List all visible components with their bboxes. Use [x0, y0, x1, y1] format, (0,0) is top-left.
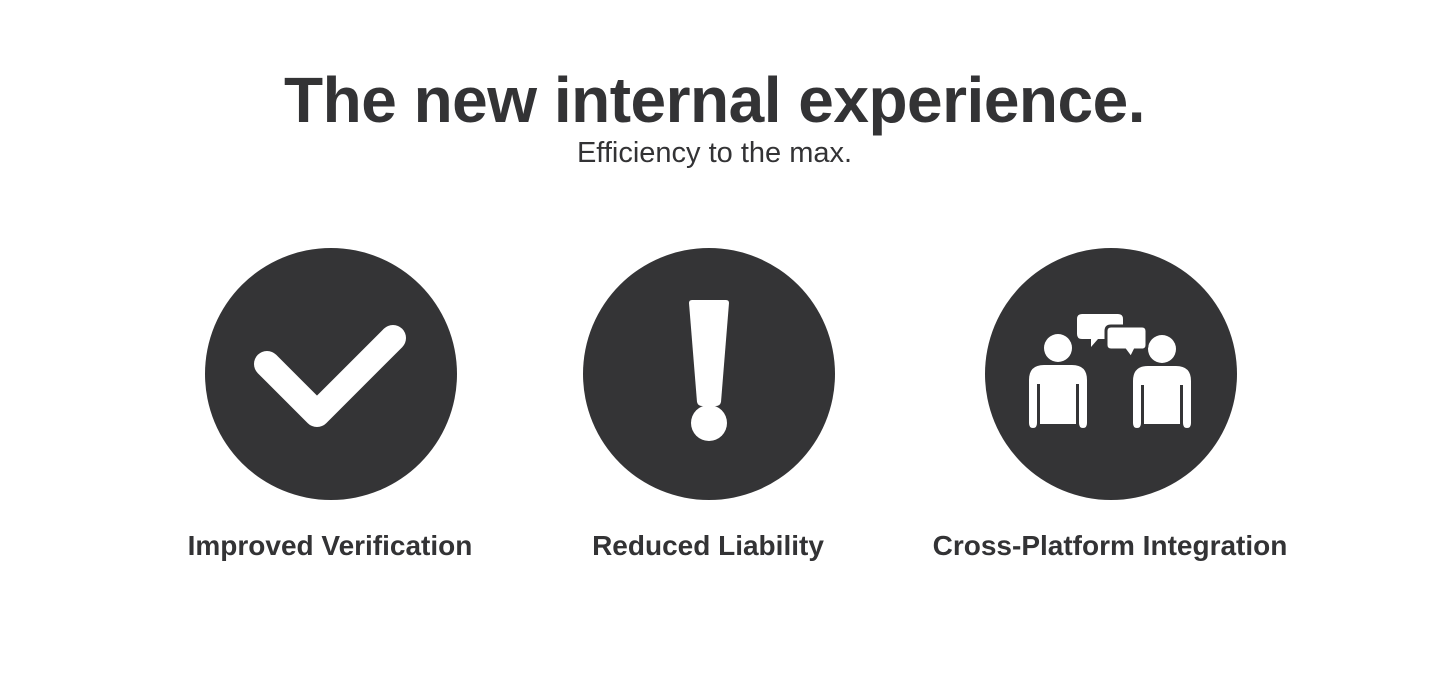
page-title: The new internal experience.	[284, 64, 1145, 136]
feature-cross-platform-integration: Cross-Platform Integration	[910, 248, 1310, 578]
feature-label: Improved Verification	[187, 530, 473, 561]
page-subtitle: Efficiency to the max.	[576, 137, 853, 169]
people-chat-icon	[985, 248, 1237, 500]
checkmark-icon	[205, 248, 457, 500]
feature-label: Reduced Liability	[592, 530, 824, 561]
page: The new internal experience. Efficiency …	[0, 0, 1429, 674]
exclamation-icon	[583, 248, 835, 500]
feature-improved-verification: Improved Verification	[130, 248, 530, 578]
feature-label: Cross-Platform Integration	[932, 530, 1288, 561]
feature-reduced-liability: Reduced Liability	[508, 248, 908, 578]
